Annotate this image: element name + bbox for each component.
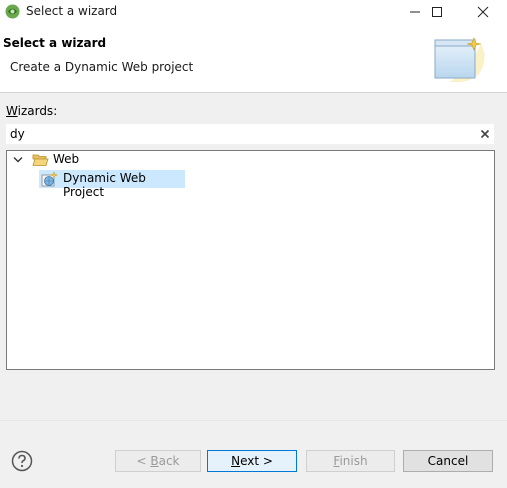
- wizards-label: Wizards:: [6, 104, 57, 118]
- help-icon[interactable]: [11, 450, 33, 472]
- eclipse-app-icon: [5, 4, 20, 19]
- back-button-mnemonic: B: [150, 454, 159, 468]
- tree-item-dynamic-web-project[interactable]: Dynamic Web Project: [39, 170, 185, 199]
- close-icon: [477, 6, 489, 18]
- wizard-banner-icon: [434, 37, 485, 82]
- next-button-label: ext >: [240, 454, 273, 468]
- wizards-label-mnemonic: W: [6, 104, 18, 118]
- wizards-label-text: izards:: [17, 104, 58, 118]
- maximize-icon: [432, 7, 442, 17]
- window-title: Select a wizard: [26, 4, 118, 18]
- tree-item-label: Web: [53, 152, 80, 166]
- clear-filter-icon[interactable]: [479, 128, 491, 140]
- wizard-filter-input[interactable]: dy: [6, 124, 494, 144]
- back-button-label: ack: [158, 454, 180, 468]
- wizard-header-banner: Select a wizard Create a Dynamic Web pro…: [0, 23, 507, 93]
- cancel-button[interactable]: Cancel: [403, 450, 493, 472]
- open-folder-icon: [32, 154, 49, 166]
- cancel-button-label: Cancel: [427, 454, 469, 468]
- finish-button[interactable]: Finish: [306, 450, 395, 472]
- close-button[interactable]: [460, 0, 506, 23]
- next-button[interactable]: Next >: [207, 450, 297, 472]
- maximize-button[interactable]: [414, 0, 460, 23]
- back-button-prefix: <: [136, 454, 151, 468]
- tree-item-web[interactable]: Web: [13, 151, 213, 169]
- finish-button-label: inish: [339, 454, 368, 468]
- footer-separator: [0, 420, 507, 421]
- banner-description: Create a Dynamic Web project: [10, 60, 194, 74]
- filter-input-value: dy: [10, 127, 25, 141]
- web-project-icon: [41, 171, 58, 187]
- wizard-tree[interactable]: Web Dynamic Web Project: [6, 150, 495, 370]
- chevron-down-icon[interactable]: [13, 156, 23, 164]
- banner-title: Select a wizard: [3, 36, 107, 50]
- back-button[interactable]: < Back: [115, 450, 201, 472]
- next-button-mnemonic: N: [231, 454, 241, 468]
- tree-item-label: Dynamic Web Project: [63, 171, 146, 199]
- title-bar: Select a wizard: [0, 0, 507, 23]
